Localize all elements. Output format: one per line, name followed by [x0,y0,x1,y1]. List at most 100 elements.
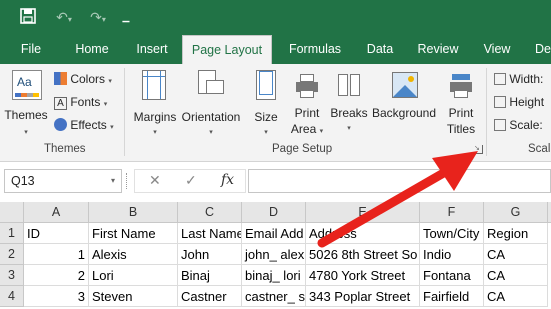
cancel-icon[interactable]: ✕ [149,172,161,189]
tab-file[interactable]: File [10,35,52,64]
cell-g2[interactable]: CA [484,244,548,265]
cell-d4[interactable]: castner_ s [242,286,306,307]
cell-c3[interactable]: Binaj [178,265,242,286]
themes-group-label: Themes [44,143,86,155]
row-header-4[interactable]: 4 [0,286,24,307]
margins-button[interactable]: Margins ▾ [130,68,180,140]
column-header-a[interactable]: A [24,202,89,223]
tab-insert[interactable]: Insert [126,35,178,64]
group-divider [486,68,487,156]
print-titles-button[interactable]: Print Titles [440,68,482,140]
background-icon [392,72,418,98]
cell-g4[interactable]: CA [484,286,548,307]
fonts-button[interactable]: A Fonts ▾ [54,95,107,112]
margins-label: Margins [133,110,177,124]
cell-e3[interactable]: 4780 York Street [306,265,420,286]
cell-b1[interactable]: First Name [89,223,178,244]
column-header-d[interactable]: D [242,202,306,223]
print-area-label-line2: Area ▾ [290,122,324,136]
name-box[interactable]: Q13 ▾ [4,169,122,193]
redo-icon[interactable]: ↷▾ [86,8,110,29]
column-header-e[interactable]: E [306,202,420,223]
select-all-corner[interactable] [0,202,24,223]
breaks-button[interactable]: Breaks ▾ [330,68,368,140]
breaks-icon [338,74,362,98]
tab-formulas[interactable]: Formulas [280,35,350,64]
cell-d1[interactable]: Email Add [242,223,306,244]
cell-a1[interactable]: ID [24,223,89,244]
height-label: Height [509,95,545,109]
cell-a4[interactable]: 3 [24,286,89,307]
name-box-dropdown-icon[interactable]: ▾ [111,170,115,192]
colors-button[interactable]: Colors ▾ [54,72,112,89]
page-setup-dialog-launcher-icon[interactable]: ↘ [474,145,483,154]
orientation-icon [198,70,224,100]
title-bar: ↶▾ ↷▾ ▁ [0,0,551,35]
cell-g3[interactable]: CA [484,265,548,286]
cell-a2[interactable]: 1 [24,244,89,265]
cell-c2[interactable]: John [178,244,242,265]
height-field[interactable]: Height [494,95,544,109]
row-header-2[interactable]: 2 [0,244,24,265]
cell-f2[interactable]: Indio [420,244,484,265]
tab-developer[interactable]: De [528,35,551,64]
themes-label: Themes [4,108,48,122]
background-button[interactable]: Background [370,68,438,140]
enter-icon[interactable]: ✓ [185,172,197,189]
formula-bar: Q13 ▾ ✕ ✓ fx [0,162,551,202]
tab-home[interactable]: Home [64,35,120,64]
cell-g1[interactable]: Region [484,223,548,244]
cell-a3[interactable]: 2 [24,265,89,286]
column-header-c[interactable]: C [178,202,242,223]
width-label: Width: [509,72,544,86]
tab-page-layout[interactable]: Page Layout [182,35,272,64]
tab-data[interactable]: Data [358,35,402,64]
cell-b4[interactable]: Steven [89,286,178,307]
cell-d3[interactable]: binaj_ lori [242,265,306,286]
cell-e2[interactable]: 5026 8th Street So [306,244,420,265]
save-icon[interactable] [18,8,38,28]
undo-icon[interactable]: ↶▾ [52,8,76,29]
cell-c1[interactable]: Last Name [178,223,242,244]
size-label: Size [254,110,278,124]
row-header-1[interactable]: 1 [0,223,24,244]
cell-c4[interactable]: Castner [178,286,242,307]
print-area-button[interactable]: Print Area ▾ [288,68,326,140]
cell-d2[interactable]: john_ alex [242,244,306,265]
row-header-3[interactable]: 3 [0,265,24,286]
print-area-label-line1: Print [294,106,320,120]
size-button[interactable]: Size ▾ [248,68,284,140]
fonts-dropdown-icon: ▾ [103,101,108,108]
insert-function-icon[interactable]: fx [221,172,234,188]
cell-f4[interactable]: Fairfield [420,286,484,307]
colors-icon [54,72,67,85]
cell-b2[interactable]: Alexis [89,244,178,265]
column-header-f[interactable]: F [420,202,484,223]
scale-icon [494,119,506,131]
cell-f3[interactable]: Fontana [420,265,484,286]
scale-field[interactable]: Scale: [494,118,543,132]
tab-view[interactable]: View [474,35,520,64]
cell-f1[interactable]: Town/City [420,223,484,244]
tab-review[interactable]: Review [410,35,466,64]
margins-icon [142,70,166,100]
orientation-button[interactable]: Orientation ▾ [180,68,242,140]
print-titles-icon [450,74,472,98]
formula-bar-grip-icon [126,173,129,189]
cell-e4[interactable]: 343 Poplar Street [306,286,420,307]
page-setup-group-label: Page Setup [272,143,333,155]
worksheet-grid[interactable]: A B C D E F G 1 2 3 4 ID First Name Last… [0,202,551,309]
cell-b3[interactable]: Lori [89,265,178,286]
breaks-label: Breaks [330,106,368,120]
customize-quick-access-icon[interactable]: ▁ [118,8,134,26]
print-titles-label-line2: Titles [446,122,476,136]
themes-button[interactable]: Aa Themes ▾ [4,68,48,140]
formula-input[interactable] [248,169,551,193]
cell-e1[interactable]: Address [306,223,420,244]
print-titles-label-line1: Print [448,106,474,120]
width-field[interactable]: Width: [494,72,543,86]
column-header-g[interactable]: G [484,202,548,223]
effects-button[interactable]: Effects ▾ [54,118,114,135]
column-header-b[interactable]: B [89,202,178,223]
fonts-label: Fonts [70,95,101,109]
